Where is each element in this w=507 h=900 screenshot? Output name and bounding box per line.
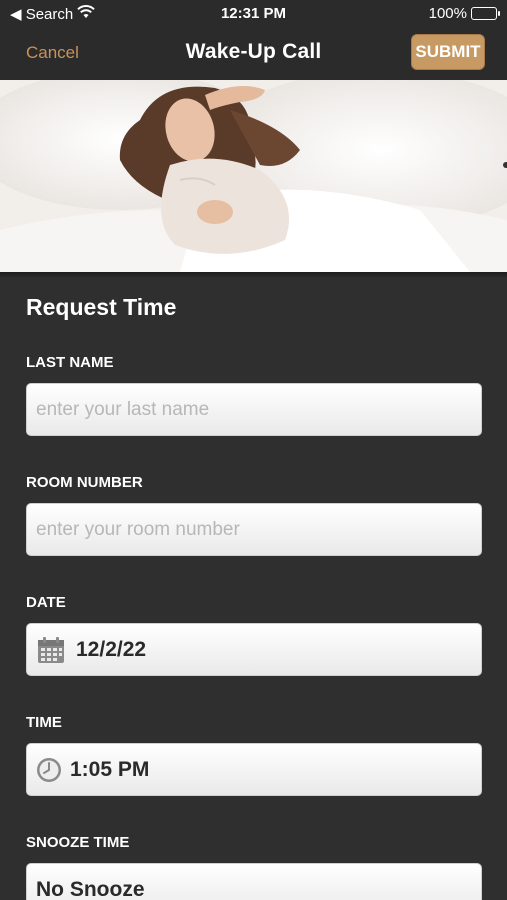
hero-image: [0, 80, 507, 272]
date-label: DATE: [26, 594, 66, 611]
last-name-field[interactable]: [26, 383, 482, 436]
battery-percent: 100%: [428, 5, 467, 22]
room-number-field[interactable]: [26, 503, 482, 556]
time-label: TIME: [26, 714, 62, 731]
battery-icon: [471, 7, 500, 20]
status-right: 100%: [428, 5, 500, 22]
room-number-input[interactable]: [36, 518, 472, 541]
last-name-label: LAST NAME: [26, 354, 114, 371]
last-name-input[interactable]: [36, 398, 472, 421]
room-number-label: ROOM NUMBER: [26, 474, 143, 491]
date-picker[interactable]: 12/2/22: [26, 623, 482, 676]
submit-button[interactable]: SUBMIT: [411, 34, 485, 70]
nav-bar: Cancel Wake-Up Call SUBMIT: [0, 28, 507, 80]
calendar-icon: [36, 635, 66, 665]
time-value: 1:05 PM: [70, 757, 150, 781]
date-value: 12/2/22: [76, 637, 147, 661]
status-bar: ◀ Search 12:31 PM 100%: [0, 0, 507, 28]
time-picker[interactable]: 1:05 PM: [26, 743, 482, 796]
section-title: Request Time: [26, 294, 177, 320]
clock-icon: [36, 755, 62, 785]
wakeup-form: Request Time LAST NAME ROOM NUMBER DATE: [26, 278, 482, 900]
snooze-label: SNOOZE TIME: [26, 834, 130, 851]
snooze-select[interactable]: No Snooze: [26, 863, 482, 900]
snooze-value: No Snooze: [36, 877, 145, 900]
